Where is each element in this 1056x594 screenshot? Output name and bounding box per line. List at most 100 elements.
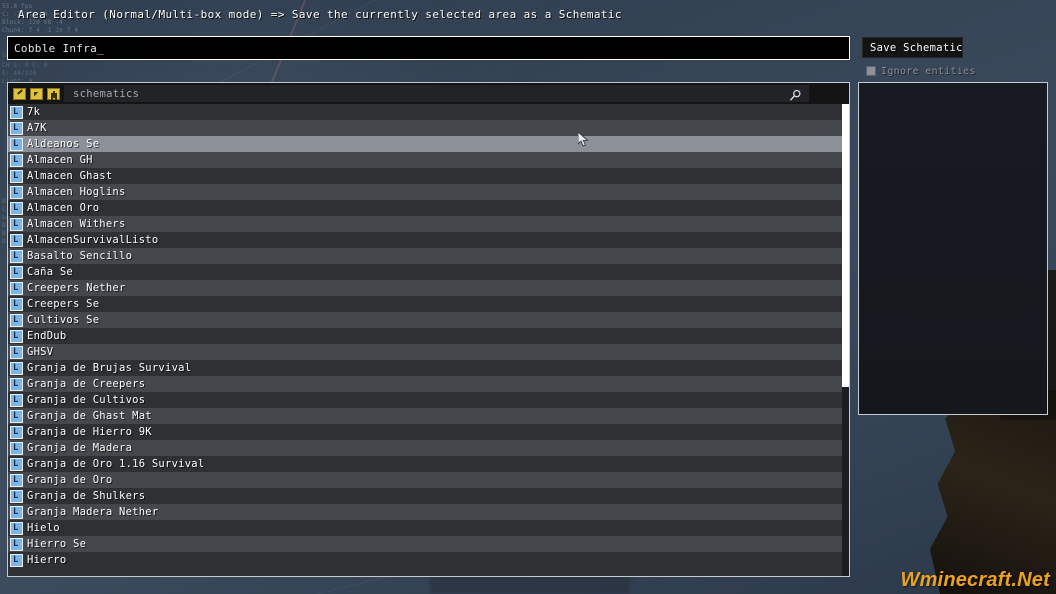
file-list-row-label: Aldeanos Se [27, 138, 100, 150]
litematic-file-icon [10, 393, 23, 407]
litematic-file-icon [10, 553, 23, 567]
file-list-row[interactable]: AlmacenSurvivalListo [8, 232, 849, 248]
current-path-label: schematics [73, 88, 140, 100]
file-list-row[interactable]: Hielo [8, 520, 849, 536]
ignore-entities-label: Ignore entities [881, 65, 976, 77]
file-list-row[interactable]: Cultivos Se [8, 312, 849, 328]
file-list-row[interactable]: Caña Se [8, 264, 849, 280]
ignore-entities-toggle[interactable]: Ignore entities [866, 64, 976, 78]
file-list-scrollbar-thumb[interactable] [842, 104, 849, 388]
file-list-row[interactable]: Almacen GH [8, 152, 849, 168]
file-list-row-label: Hielo [27, 522, 60, 534]
folder-new-icon[interactable] [47, 87, 60, 100]
background-diagonal-3 [997, 534, 1056, 587]
file-list-row-label: Almacen GH [27, 154, 93, 166]
file-list-row[interactable]: Granja Madera Nether [8, 504, 849, 520]
litematic-file-icon [10, 105, 23, 119]
ignore-entities-checkbox[interactable] [866, 66, 876, 76]
search-icon[interactable] [788, 88, 802, 102]
file-list-row[interactable]: Granja de Hierro 9K [8, 424, 849, 440]
file-list-row-label: Almacen Ghast [27, 170, 113, 182]
game-scenery-dark-shape [930, 390, 1056, 594]
folder-up-icon[interactable] [30, 87, 43, 100]
file-list-row-label: Creepers Se [27, 298, 100, 310]
file-list-row-label: GHSV [27, 346, 54, 358]
file-browser-panel: schematics 7k A7K Aldeanos Se Almacen GH Alm… [7, 82, 850, 577]
litematic-file-icon [10, 329, 23, 343]
file-list-row-label: Almacen Withers [27, 218, 126, 230]
current-path-box[interactable]: schematics [64, 85, 809, 102]
file-list-row[interactable]: Granja de Madera [8, 440, 849, 456]
litematic-file-icon [10, 409, 23, 423]
litematic-file-icon [10, 521, 23, 535]
file-list-row-label: Granja de Creepers [27, 378, 146, 390]
litematic-file-icon [10, 537, 23, 551]
file-list-row[interactable]: Creepers Nether [8, 280, 849, 296]
file-list-row-label: Hierro Se [27, 538, 87, 550]
litematic-file-icon [10, 217, 23, 231]
file-list-row[interactable]: Aldeanos Se [8, 136, 849, 152]
file-list-row[interactable]: Almacen Hoglins [8, 184, 849, 200]
file-list-row-label: Granja de Brujas Survival [27, 362, 192, 374]
file-list-row[interactable]: EndDub [8, 328, 849, 344]
file-list-row-label: Granja Madera Nether [27, 506, 159, 518]
file-list-row[interactable]: Granja de Oro 1.16 Survival [8, 456, 849, 472]
file-list-row-label: Granja de Oro [27, 474, 113, 486]
schematic-file-list[interactable]: 7k A7K Aldeanos Se Almacen GH Almacen Ghast A… [8, 104, 849, 576]
litematic-file-icon [10, 281, 23, 295]
file-list-row[interactable]: Almacen Ghast [8, 168, 849, 184]
litematic-file-icon [10, 201, 23, 215]
litematic-file-icon [10, 121, 23, 135]
file-list-row-label: Caña Se [27, 266, 74, 278]
file-list-row-label: Granja de Cultivos [27, 394, 146, 406]
file-list-row[interactable]: Almacen Withers [8, 216, 849, 232]
litematic-file-icon [10, 489, 23, 503]
litematic-file-icon [10, 265, 23, 279]
file-list-row-label: EndDub [27, 330, 67, 342]
file-list-row[interactable]: Granja de Ghast Mat [8, 408, 849, 424]
file-list-row[interactable]: Granja de Shulkers [8, 488, 849, 504]
file-list-row-label: Granja de Shulkers [27, 490, 146, 502]
file-list-row[interactable]: Almacen Oro [8, 200, 849, 216]
file-list-row[interactable]: GHSV [8, 344, 849, 360]
file-list-row[interactable]: Granja de Brujas Survival [8, 360, 849, 376]
schematic-preview-canvas [859, 83, 1047, 414]
file-list-row[interactable]: Creepers Se [8, 296, 849, 312]
litematic-file-icon [10, 137, 23, 151]
file-list-row-label: AlmacenSurvivalListo [27, 234, 159, 246]
file-list-row-label: A7K [27, 122, 47, 134]
litematic-file-icon [10, 169, 23, 183]
page-title: Area Editor (Normal/Multi-box mode) => S… [18, 8, 622, 21]
file-list-row-label: Granja de Hierro 9K [27, 426, 152, 438]
litematic-file-icon [10, 345, 23, 359]
file-list-row-label: Granja de Oro 1.16 Survival [27, 458, 205, 470]
file-list-row-label: Almacen Oro [27, 202, 100, 214]
schematic-name-input[interactable]: Cobble Infra_ [7, 36, 850, 60]
file-list-scrollbar-track[interactable] [842, 104, 849, 576]
file-browser-toolbar: schematics [8, 83, 849, 104]
file-list-row[interactable]: A7K [8, 120, 849, 136]
file-list-row[interactable]: Hierro Se [8, 536, 849, 552]
file-list-row[interactable]: Basalto Sencillo [8, 248, 849, 264]
litematic-file-icon [10, 505, 23, 519]
file-list-row-label: Almacen Hoglins [27, 186, 126, 198]
litematic-file-icon [10, 425, 23, 439]
dialog-title-bar: Area Editor (Normal/Multi-box mode) => S… [0, 0, 1056, 30]
file-list-row-label: Basalto Sencillo [27, 250, 133, 262]
file-list-row[interactable]: Granja de Oro [8, 472, 849, 488]
file-list-row-label: Hierro [27, 554, 67, 566]
file-list-row-label: 7k [27, 106, 41, 118]
schematic-preview-panel [858, 82, 1048, 415]
litematic-file-icon [10, 313, 23, 327]
file-list-row-label: Cultivos Se [27, 314, 100, 326]
file-list-row[interactable]: Granja de Creepers [8, 376, 849, 392]
litematic-file-icon [10, 441, 23, 455]
file-list-row[interactable]: Granja de Cultivos [8, 392, 849, 408]
save-schematic-button[interactable]: Save Schematic [862, 37, 963, 58]
file-list-row[interactable]: 7k [8, 104, 849, 120]
folder-root-icon[interactable] [13, 87, 26, 100]
minecraft-litematica-save-schematic-screen: 55.8 fps C: -1 fc: 0 Block: 120 68 -4 Ch… [0, 0, 1056, 594]
litematic-file-icon [10, 473, 23, 487]
file-list-row-label: Granja de Ghast Mat [27, 410, 152, 422]
file-list-row[interactable]: Hierro [8, 552, 849, 568]
